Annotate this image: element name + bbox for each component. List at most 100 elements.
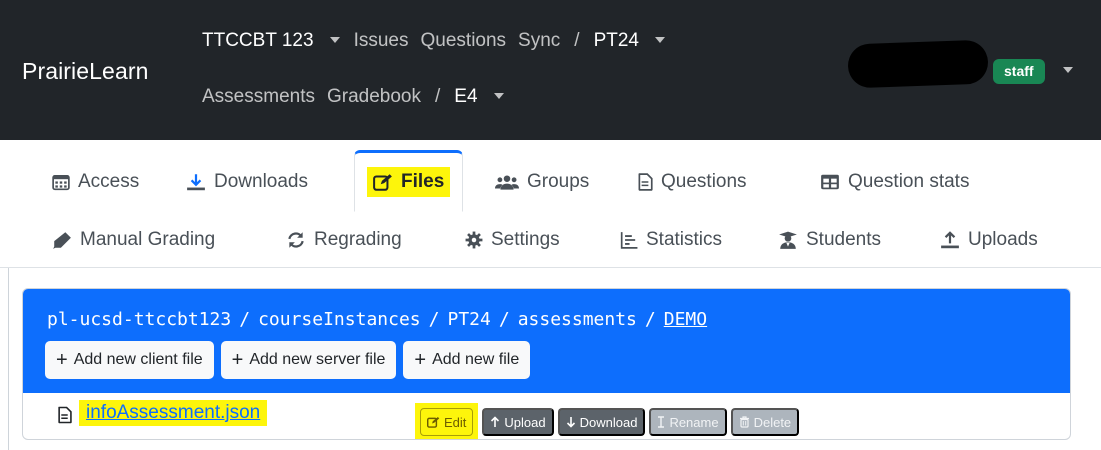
tab-access[interactable]: Access (52, 162, 139, 202)
tab-uploads[interactable]: Uploads (940, 220, 1038, 260)
nav-separator: / (435, 86, 441, 107)
delete-label: Delete (753, 414, 792, 430)
tab-groups-label: Groups (527, 171, 590, 192)
chevron-down-icon[interactable] (329, 37, 340, 43)
user-graduate-icon (779, 231, 797, 249)
add-server-file-label: Add new server file (249, 351, 386, 368)
course-dropdown[interactable]: TTCCBT 123 (202, 30, 314, 52)
tab-regrading-label: Regrading (314, 229, 402, 250)
download-icon (187, 174, 205, 191)
plus-icon: + (231, 349, 244, 371)
tab-settings[interactable]: Settings (465, 220, 560, 260)
delete-button[interactable]: Delete (730, 408, 800, 436)
download-button[interactable]: Download (557, 408, 646, 436)
breadcrumb-separator: / (644, 309, 656, 330)
tab-uploads-label: Uploads (968, 229, 1038, 250)
add-file-buttons: + Add new client file + Add new server f… (45, 341, 537, 379)
breadcrumb-instance[interactable]: PT24 (447, 309, 490, 330)
nav-row-course: TTCCBT 123 Issues Questions Sync / PT24 (202, 30, 679, 52)
file-link[interactable]: infoAssessment.json (79, 400, 268, 426)
left-border (8, 268, 9, 450)
tab-files[interactable]: Files (354, 150, 464, 212)
plus-icon: + (414, 349, 427, 371)
tab-students-label: Students (806, 229, 881, 250)
edit-icon (427, 416, 440, 428)
add-server-file-button[interactable]: + Add new server file (220, 341, 397, 379)
breadcrumb-current-directory[interactable]: DEMO (664, 309, 707, 330)
upload-label: Upload (504, 414, 546, 430)
file-actions: Edit Upload Download Rename Delete (415, 403, 803, 439)
tab-regrading[interactable]: Regrading (286, 220, 402, 260)
edit-button[interactable]: Edit (420, 408, 474, 436)
download-label: Download (579, 414, 638, 430)
breadcrumb-course[interactable]: pl-ucsd-ttccbt123 (47, 309, 231, 330)
nav-separator: / (574, 30, 580, 51)
directory-breadcrumb: pl-ucsd-ttccbt123 / courseInstances / PT24 / a… (47, 309, 707, 330)
trash-icon (739, 416, 749, 428)
nav-assessments[interactable]: Assessments (202, 86, 315, 108)
nav-issues[interactable]: Issues (354, 30, 409, 52)
brand-link[interactable]: PrairieLearn (22, 58, 149, 85)
edit-highlight: Edit (415, 403, 479, 439)
plus-icon: + (56, 349, 68, 371)
add-client-file-label: Add new client file (73, 351, 203, 368)
tab-files-label: Files (401, 171, 445, 192)
chevron-down-icon[interactable] (655, 37, 665, 43)
tab-questions-label: Questions (661, 171, 747, 192)
tab-manual-grading[interactable]: Manual Grading (52, 220, 215, 260)
add-client-file-button[interactable]: + Add new client file (45, 341, 214, 379)
breadcrumb-course-instances[interactable]: courseInstances (258, 309, 421, 330)
nav-questions[interactable]: Questions (421, 30, 507, 52)
tab-files-highlight: Files (367, 167, 451, 197)
breadcrumb-separator: / (428, 309, 440, 330)
tab-question-stats-label: Question stats (848, 171, 970, 192)
tab-statistics-label: Statistics (646, 229, 723, 250)
breadcrumb-assessments[interactable]: assessments (518, 309, 637, 330)
sync-icon (288, 232, 304, 248)
tab-settings-label: Settings (491, 229, 560, 250)
tab-students[interactable]: Students (778, 220, 881, 260)
file-browser-header: pl-ucsd-ttccbt123 / courseInstances / PT24 / a… (23, 289, 1070, 393)
add-new-file-button[interactable]: + Add new file (403, 341, 531, 379)
tab-groups[interactable]: Groups (495, 162, 589, 202)
tab-downloads[interactable]: Downloads (186, 162, 308, 202)
nav-gradebook[interactable]: Gradebook (327, 86, 421, 108)
chevron-down-icon[interactable] (493, 93, 504, 99)
nav-row-assessment: Assessments Gradebook / E4 (202, 86, 518, 108)
add-new-file-label: Add new file (432, 351, 520, 368)
assessment-dropdown[interactable]: E4 (454, 86, 477, 108)
breadcrumb-separator: / (498, 309, 510, 330)
table-row: infoAssessment.json Edit Upload Download… (23, 393, 1070, 439)
table-icon (821, 174, 839, 190)
staff-badge[interactable]: staff (993, 59, 1045, 84)
edit-icon (373, 174, 392, 191)
tab-statistics[interactable]: Statistics (620, 220, 722, 260)
tab-question-stats[interactable]: Question stats (820, 162, 969, 202)
redacted-username[interactable] (847, 39, 989, 89)
file-text-icon (58, 406, 72, 424)
rename-label: Rename (669, 414, 719, 430)
edit-label: Edit (444, 414, 467, 430)
arrow-down-icon (566, 417, 575, 428)
marker-icon (53, 232, 71, 249)
tab-manual-grading-label: Manual Grading (80, 229, 216, 250)
users-icon (495, 175, 519, 190)
assessment-tabs: Access Downloads Files Groups Questions … (0, 140, 1101, 268)
top-navbar: PrairieLearn TTCCBT 123 Issues Questions… (0, 0, 1101, 140)
gear-icon (465, 231, 483, 249)
arrow-up-icon (491, 416, 500, 427)
upload-icon (941, 231, 959, 249)
nav-sync[interactable]: Sync (518, 30, 560, 52)
tab-access-label: Access (78, 171, 140, 192)
file-browser-card: pl-ucsd-ttccbt123 / courseInstances / PT24 / a… (22, 288, 1071, 440)
tab-questions[interactable]: Questions (637, 162, 747, 202)
breadcrumb-separator: / (239, 309, 251, 330)
chart-bar-icon (620, 232, 638, 249)
user-menu-chevron-icon[interactable] (1063, 67, 1073, 73)
i-cursor-icon (658, 416, 665, 428)
upload-button[interactable]: Upload (482, 408, 554, 436)
tab-downloads-label: Downloads (214, 171, 308, 192)
course-instance-dropdown[interactable]: PT24 (594, 30, 639, 52)
rename-button[interactable]: Rename (649, 408, 727, 436)
calendar-icon (52, 174, 70, 191)
